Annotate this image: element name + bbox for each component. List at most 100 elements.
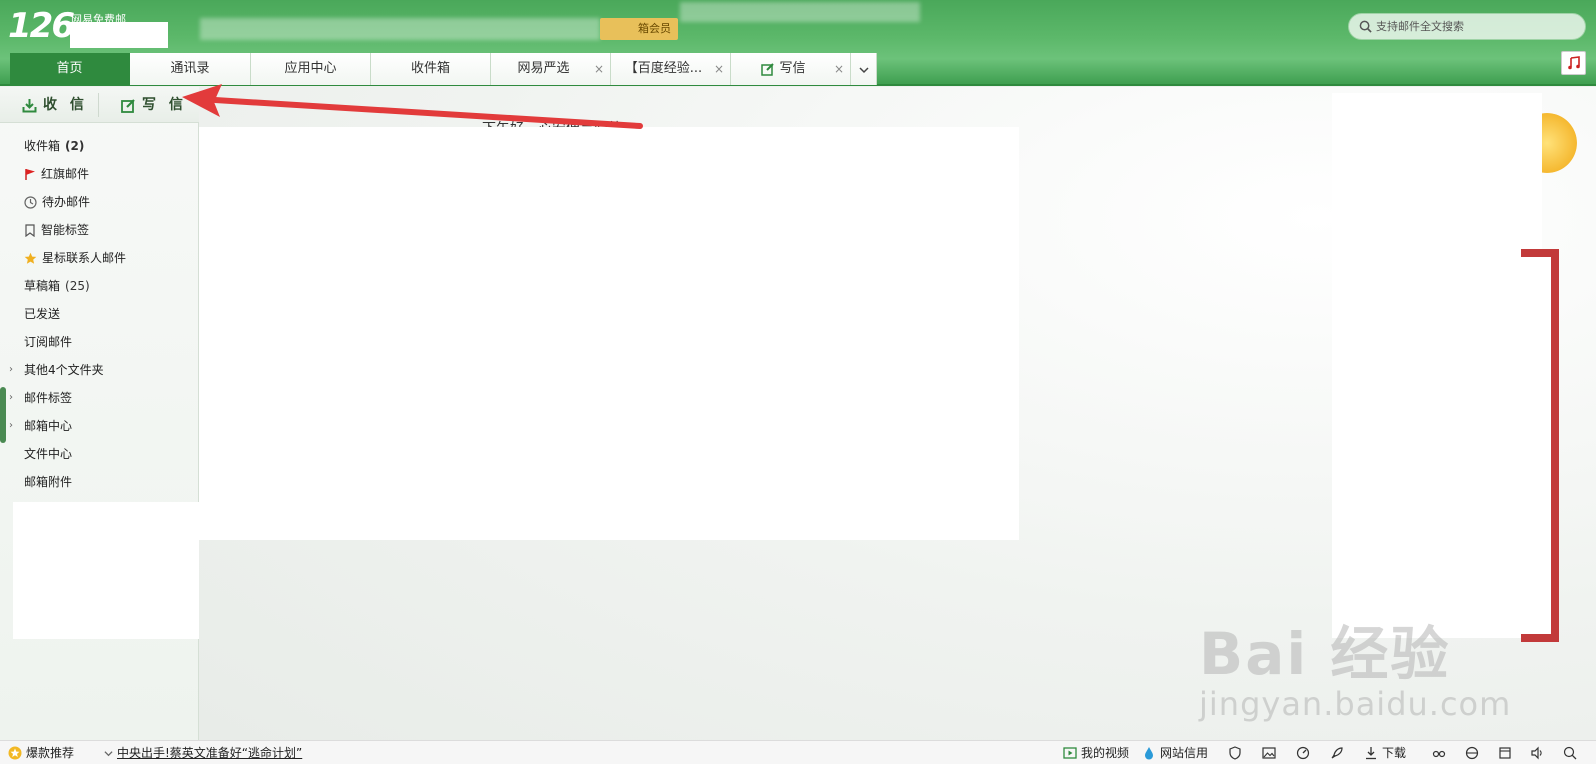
promo-banner[interactable]	[1521, 249, 1559, 642]
ie-button[interactable]	[1465, 741, 1479, 764]
tab-home[interactable]: 首页	[10, 53, 130, 85]
receive-button[interactable]: 收 信	[22, 87, 88, 123]
folder-other[interactable]: › 其他4个文件夹	[0, 356, 199, 384]
close-icon[interactable]: ×	[834, 53, 844, 85]
tab-label: 写信	[779, 61, 806, 76]
folder-label: 邮箱附件	[24, 475, 73, 489]
speed-button[interactable]	[1296, 741, 1310, 764]
tab-inbox[interactable]: 收件箱	[371, 53, 491, 85]
folder-label: 文件中心	[24, 447, 73, 461]
vip-badge[interactable]: 箱会员	[600, 18, 678, 40]
folder-label: 订阅邮件	[24, 335, 73, 349]
glasses-button[interactable]	[1432, 741, 1446, 764]
folder-label: 已发送	[24, 307, 61, 321]
hot-picks-label: 爆款推荐	[26, 746, 75, 760]
close-icon[interactable]: ×	[714, 53, 724, 85]
redacted-account	[70, 22, 168, 48]
tab-compose[interactable]: 写信 ×	[731, 53, 851, 85]
clock-icon	[24, 195, 37, 209]
watermark-brand: Bai 经验	[1199, 620, 1451, 688]
shield-button[interactable]	[1228, 741, 1242, 764]
folder-attachments[interactable]: 邮箱附件	[0, 468, 199, 496]
music-button[interactable]	[1561, 51, 1586, 75]
video-label: 我的视频	[1081, 746, 1130, 760]
browser-icon	[1465, 746, 1479, 760]
folder-inbox[interactable]: 收件箱 (2)	[0, 132, 199, 160]
hot-picks[interactable]: 爆款推荐	[8, 741, 74, 764]
tab-more-dropdown[interactable]	[851, 53, 877, 85]
tab-baidu-jingyan[interactable]: 【百度经验... ×	[611, 53, 731, 85]
rocket-button[interactable]	[1330, 741, 1344, 764]
header: 126 网易免费邮 箱会员 首页 通讯录 应用中心 收件箱	[0, 0, 1596, 86]
folder-label: 收件箱	[24, 139, 61, 153]
redacted-banner	[200, 18, 600, 40]
draft-count: (25)	[65, 279, 90, 293]
search-input[interactable]	[1376, 16, 1576, 37]
compose-button[interactable]: 写 信	[121, 87, 187, 123]
folder-subscriptions[interactable]: 订阅邮件	[0, 328, 199, 356]
redacted-main-panel	[199, 127, 1019, 540]
redacted-banner-2	[680, 2, 920, 22]
folder-sent[interactable]: 已发送	[0, 300, 199, 328]
bookmark-icon	[25, 223, 35, 237]
folder-mailbox-center[interactable]: › 邮箱中心	[0, 412, 199, 440]
divider	[98, 93, 99, 117]
tab-label: 网易严选	[517, 61, 570, 76]
folder-label: 草稿箱	[24, 279, 61, 293]
image-icon	[1262, 747, 1276, 759]
news-ticker[interactable]: 中央出手!蔡英文准备好“逃命计划”	[104, 741, 302, 764]
flag-icon	[25, 169, 35, 180]
close-icon[interactable]: ×	[594, 53, 604, 85]
folder-starred-contacts[interactable]: 星标联系人邮件	[0, 244, 199, 272]
status-bar: 爆款推荐 中央出手!蔡英文准备好“逃命计划” 我的视频 网站信用 下载	[0, 740, 1596, 764]
zoom-button[interactable]	[1563, 741, 1577, 764]
search-icon	[1359, 20, 1372, 33]
redacted-side-panel	[1332, 93, 1542, 638]
shield-icon	[1229, 746, 1241, 760]
chevron-right-icon[interactable]: ›	[9, 412, 13, 440]
chevron-right-icon[interactable]: ›	[9, 384, 13, 412]
download-icon	[22, 98, 37, 112]
rocket-icon	[1331, 747, 1343, 759]
tab-yanxuan[interactable]: 网易严选 ×	[491, 53, 611, 85]
tab-contacts[interactable]: 通讯录	[130, 53, 251, 85]
folder-label: 星标联系人邮件	[42, 251, 127, 265]
star-icon	[24, 252, 37, 264]
download-icon	[1366, 747, 1376, 760]
action-bar: 收 信 写 信	[0, 87, 199, 123]
volume-icon	[1531, 746, 1542, 760]
my-video[interactable]: 我的视频	[1063, 741, 1129, 764]
site-credit[interactable]: 网站信用	[1142, 741, 1208, 764]
tab-label: 应用中心	[284, 61, 337, 76]
folder-mail-tags[interactable]: › 邮件标签	[0, 384, 199, 412]
sidebar: 收 信 写 信 收件箱 (2) 红旗邮件 待办邮件 智能标签 星标联系人邮件 草…	[0, 87, 199, 740]
folder-flagged[interactable]: 红旗邮件	[0, 160, 199, 188]
scrollbar[interactable]	[0, 387, 6, 443]
folder-drafts[interactable]: 草稿箱 (25)	[0, 272, 199, 300]
folder-list: 收件箱 (2) 红旗邮件 待办邮件 智能标签 星标联系人邮件 草稿箱 (25) …	[0, 132, 199, 496]
folder-label: 智能标签	[41, 223, 90, 237]
image-button[interactable]	[1262, 741, 1276, 764]
volume-button[interactable]	[1530, 741, 1544, 764]
news-link[interactable]: 中央出手!蔡英文准备好“逃命计划”	[117, 741, 302, 764]
tab-label: 【百度经验...	[624, 61, 703, 76]
window-button[interactable]	[1498, 741, 1512, 764]
tab-app-center[interactable]: 应用中心	[251, 53, 371, 85]
download-button[interactable]: 下载	[1364, 741, 1406, 764]
folder-label: 其他4个文件夹	[24, 363, 104, 377]
compose-icon	[121, 98, 135, 113]
watermark: Bai 经验 jingyan.baidu.com	[1199, 607, 1519, 727]
search-box[interactable]	[1348, 13, 1586, 40]
folder-label: 红旗邮件	[41, 167, 90, 181]
folder-file-center[interactable]: 文件中心	[0, 440, 199, 468]
compose-label: 写 信	[142, 97, 187, 113]
receive-label: 收 信	[43, 97, 88, 113]
chevron-down-icon	[858, 67, 869, 74]
logo[interactable]: 126	[8, 6, 75, 46]
download-label: 下载	[1382, 746, 1407, 760]
folder-smart-tags[interactable]: 智能标签	[0, 216, 199, 244]
folder-label: 邮件标签	[24, 391, 73, 405]
credit-label: 网站信用	[1160, 746, 1209, 760]
folder-todo[interactable]: 待办邮件	[0, 188, 199, 216]
chevron-right-icon[interactable]: ›	[9, 356, 13, 384]
